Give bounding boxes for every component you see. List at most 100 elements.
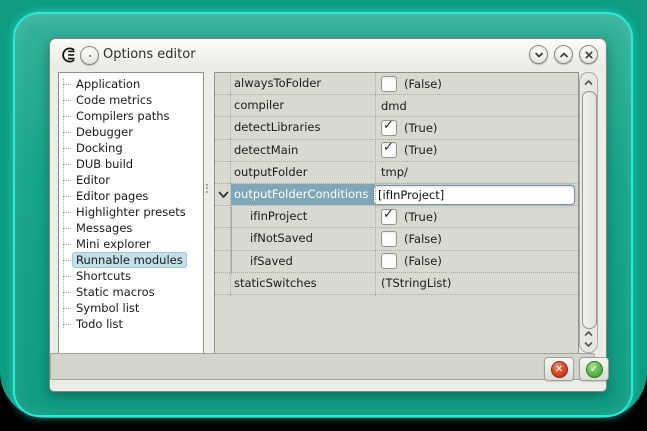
table-row[interactable]: compiler dmd <box>215 95 578 117</box>
property-name[interactable]: ifSaved <box>231 251 375 272</box>
value-editbox[interactable]: [ifInProject] <box>373 185 575 205</box>
sidebar-item-shortcuts[interactable]: Shortcuts <box>59 268 203 284</box>
sidebar-item-editor-pages[interactable]: Editor pages <box>59 188 203 204</box>
sidebar-item-label: Shortcuts <box>72 268 135 284</box>
property-value[interactable]: dmd <box>375 95 578 116</box>
checkbox[interactable] <box>381 76 397 92</box>
value-label: (False) <box>404 232 442 246</box>
checkbox[interactable] <box>381 209 397 225</box>
sidebar-item-label: Docking <box>72 140 127 156</box>
checkbox[interactable] <box>381 120 397 136</box>
value-label: (True) <box>404 121 437 135</box>
scrollbar-thumb[interactable] <box>582 91 597 329</box>
table-row[interactable]: alwaysToFolder (False) <box>215 73 578 95</box>
property-name[interactable]: compiler <box>231 95 375 116</box>
grid-rows: alwaysToFolder (False) compiler dmd dete… <box>215 73 578 295</box>
property-value[interactable]: [ifInProject] <box>375 184 578 205</box>
chevron-down-icon <box>534 50 544 60</box>
sidebar-item-label: Runnable modules <box>72 252 187 268</box>
sidebar-item-label: Symbol list <box>72 300 143 316</box>
property-value[interactable]: (True) <box>375 140 578 161</box>
property-name[interactable]: staticSwitches <box>231 273 375 294</box>
sidebar-item-mini-explorer[interactable]: Mini explorer <box>59 236 203 252</box>
sidebar-item-debugger[interactable]: Debugger <box>59 124 203 140</box>
sidebar-item-label: Todo list <box>72 316 127 332</box>
sidebar-item-label: Mini explorer <box>72 236 155 252</box>
sidebar-item-label: Compilers paths <box>72 108 174 124</box>
table-row[interactable]: detectLibraries (True) <box>215 117 578 139</box>
table-row[interactable]: outputFolderConditions [ifInProject] <box>215 184 578 206</box>
property-value[interactable]: (True) <box>375 117 578 138</box>
sidebar-item-symbol-list[interactable]: Symbol list <box>59 300 203 316</box>
sidebar-item-label: Messages <box>72 220 136 236</box>
value-label: (False) <box>404 254 442 268</box>
table-row[interactable]: detectMain (True) <box>215 140 578 162</box>
minimize-button[interactable] <box>529 45 548 64</box>
row-gutter <box>215 191 231 199</box>
property-grid: alwaysToFolder (False) compiler dmd dete… <box>214 72 579 355</box>
sidebar-item-todo-list[interactable]: Todo list <box>59 316 203 332</box>
value-label: (False) <box>404 77 442 91</box>
checkbox[interactable] <box>381 253 397 269</box>
property-name[interactable]: detectMain <box>231 140 375 161</box>
sidebar-item-messages[interactable]: Messages <box>59 220 203 236</box>
property-name[interactable]: outputFolderConditions <box>231 184 375 205</box>
sidebar-item-label: Editor <box>72 172 114 188</box>
grid-scrollbar[interactable] <box>579 72 598 353</box>
sidebar-item-editor[interactable]: Editor <box>59 172 203 188</box>
titlebar[interactable]: Options editor <box>50 39 604 71</box>
sidebar-item-label: Application <box>72 76 144 92</box>
value-label: (True) <box>404 143 437 157</box>
table-row[interactable]: ifInProject (True) <box>215 206 578 228</box>
sidebar-item-application[interactable]: Application <box>59 76 203 92</box>
screenshot-root: Options editor ApplicationCode metricsCo… <box>0 0 647 431</box>
checkbox[interactable] <box>381 231 397 247</box>
options-editor-window: Options editor ApplicationCode metricsCo… <box>49 38 607 392</box>
sidebar-item-code-metrics[interactable]: Code metrics <box>59 92 203 108</box>
accept-check-icon: ✓ <box>586 361 603 378</box>
child-group-line <box>231 207 232 274</box>
property-name[interactable]: alwaysToFolder <box>231 73 375 94</box>
sidebar-item-compilers-paths[interactable]: Compilers paths <box>59 108 203 124</box>
app-logo-icon <box>60 46 78 64</box>
sidebar-item-static-macros[interactable]: Static macros <box>59 284 203 300</box>
property-value[interactable]: (True) <box>375 206 578 227</box>
close-icon <box>584 50 594 60</box>
property-name[interactable]: detectLibraries <box>231 117 375 138</box>
property-name[interactable]: ifInProject <box>231 206 375 227</box>
cancel-button[interactable]: ✕ <box>544 357 574 381</box>
scroll-up-icon[interactable] <box>584 79 593 86</box>
expander-icon[interactable] <box>218 191 229 199</box>
scroll-up-icon[interactable] <box>584 330 593 337</box>
close-button[interactable] <box>579 45 598 64</box>
property-value[interactable]: tmp/ <box>375 162 578 183</box>
property-value[interactable]: (False) <box>375 251 578 272</box>
sidebar-item-highlighter-presets[interactable]: Highlighter presets <box>59 204 203 220</box>
property-name[interactable]: outputFolder <box>231 162 375 183</box>
sidebar-item-label: Highlighter presets <box>72 204 190 220</box>
sidebar-item-label: Code metrics <box>72 92 156 108</box>
checkbox[interactable] <box>381 142 397 158</box>
table-row[interactable]: outputFolder tmp/ <box>215 162 578 184</box>
table-row[interactable]: ifSaved (False) <box>215 251 578 273</box>
property-name[interactable]: ifNotSaved <box>231 228 375 249</box>
property-value[interactable]: (False) <box>375 228 578 249</box>
value-label: dmd <box>381 99 407 113</box>
property-value[interactable]: (TStringList) <box>375 273 578 294</box>
window-menu-button[interactable] <box>80 46 99 65</box>
sidebar-item-runnable-modules[interactable]: Runnable modules <box>59 252 203 268</box>
table-row[interactable]: ifNotSaved (False) <box>215 228 578 250</box>
panel-splitter[interactable] <box>203 72 214 353</box>
sidebar-item-docking[interactable]: Docking <box>59 140 203 156</box>
sidebar-item-label: DUB build <box>72 156 137 172</box>
scroll-down-icon[interactable] <box>584 341 593 348</box>
sidebar-item-dub-build[interactable]: DUB build <box>59 156 203 172</box>
accept-button[interactable]: ✓ <box>579 357 609 381</box>
maximize-button[interactable] <box>554 45 573 64</box>
sidebar-list: ApplicationCode metricsCompilers pathsDe… <box>59 76 203 332</box>
table-row[interactable]: staticSwitches (TStringList) <box>215 273 578 295</box>
property-value[interactable]: (False) <box>375 73 578 94</box>
menu-dot-icon <box>89 55 91 57</box>
window-title: Options editor <box>103 39 196 71</box>
sidebar-item-label: Static macros <box>72 284 159 300</box>
